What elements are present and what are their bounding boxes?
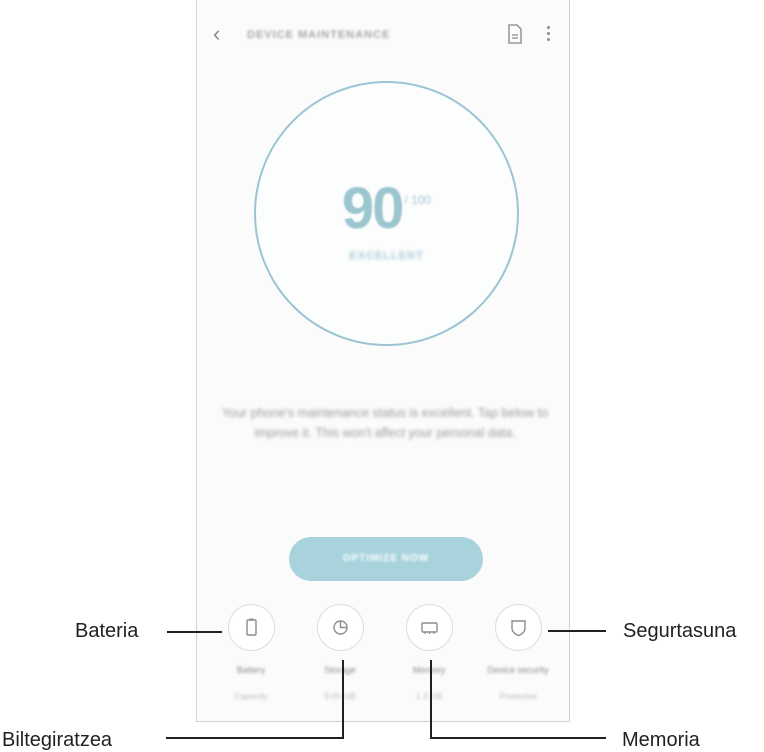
callout-line-battery xyxy=(167,631,222,633)
page-title: DEVICE MAINTENANCE xyxy=(247,29,391,41)
phone-screen: ‹ DEVICE MAINTENANCE 90/ 100 EXCELLENT Y… xyxy=(196,0,570,722)
category-memory[interactable]: Memory 1.3 GB xyxy=(385,604,473,701)
memory-icon xyxy=(420,622,438,634)
report-icon[interactable] xyxy=(506,24,524,44)
category-value: 9.05 GB xyxy=(324,691,356,701)
app-bar: ‹ DEVICE MAINTENANCE xyxy=(197,0,569,70)
callout-security: Segurtasuna xyxy=(623,620,737,642)
category-battery[interactable]: Battery Capacity xyxy=(207,604,295,701)
callout-line-security xyxy=(548,630,606,632)
score-suffix: / 100 xyxy=(404,193,432,207)
optimize-now-button[interactable]: OPTIMIZE NOW xyxy=(289,537,483,581)
score-gauge: 90/ 100 EXCELLENT xyxy=(254,81,519,346)
battery-icon xyxy=(245,618,257,636)
category-value: Protected xyxy=(499,691,537,701)
callout-line-memory-horizontal xyxy=(430,737,606,739)
callout-line-storage-vertical xyxy=(342,660,344,738)
more-options-icon[interactable] xyxy=(546,26,550,42)
category-label: Device security xyxy=(487,665,549,675)
callout-storage: Biltegiratzea xyxy=(2,729,113,751)
callout-battery: Bateria xyxy=(75,620,139,642)
callout-line-memory-vertical xyxy=(430,660,432,738)
callout-memory: Memoria xyxy=(622,729,700,751)
memory-icon-circle xyxy=(405,604,453,651)
score-display: 90/ 100 xyxy=(256,175,517,242)
shield-icon xyxy=(510,620,526,637)
category-security[interactable]: Device security Protected xyxy=(474,604,562,701)
category-label: Memory xyxy=(412,665,446,675)
score-status: EXCELLENT xyxy=(349,250,424,262)
category-value: Capacity xyxy=(234,691,268,701)
score-value: 90 xyxy=(341,176,404,241)
battery-icon-circle xyxy=(227,604,275,651)
optimize-button-label: OPTIMIZE NOW xyxy=(342,553,430,564)
callout-line-storage-horizontal xyxy=(166,737,344,739)
back-arrow-icon[interactable]: ‹ xyxy=(213,23,220,45)
category-storage[interactable]: Storage 9.05 GB xyxy=(296,604,384,701)
storage-icon-circle xyxy=(316,604,364,651)
storage-icon xyxy=(332,620,348,635)
security-icon-circle xyxy=(494,604,542,651)
status-description: Your phone's maintenance status is excel… xyxy=(221,406,549,440)
category-label: Battery xyxy=(236,665,266,675)
category-label: Storage xyxy=(324,665,356,675)
category-value: 1.3 GB xyxy=(415,691,443,701)
